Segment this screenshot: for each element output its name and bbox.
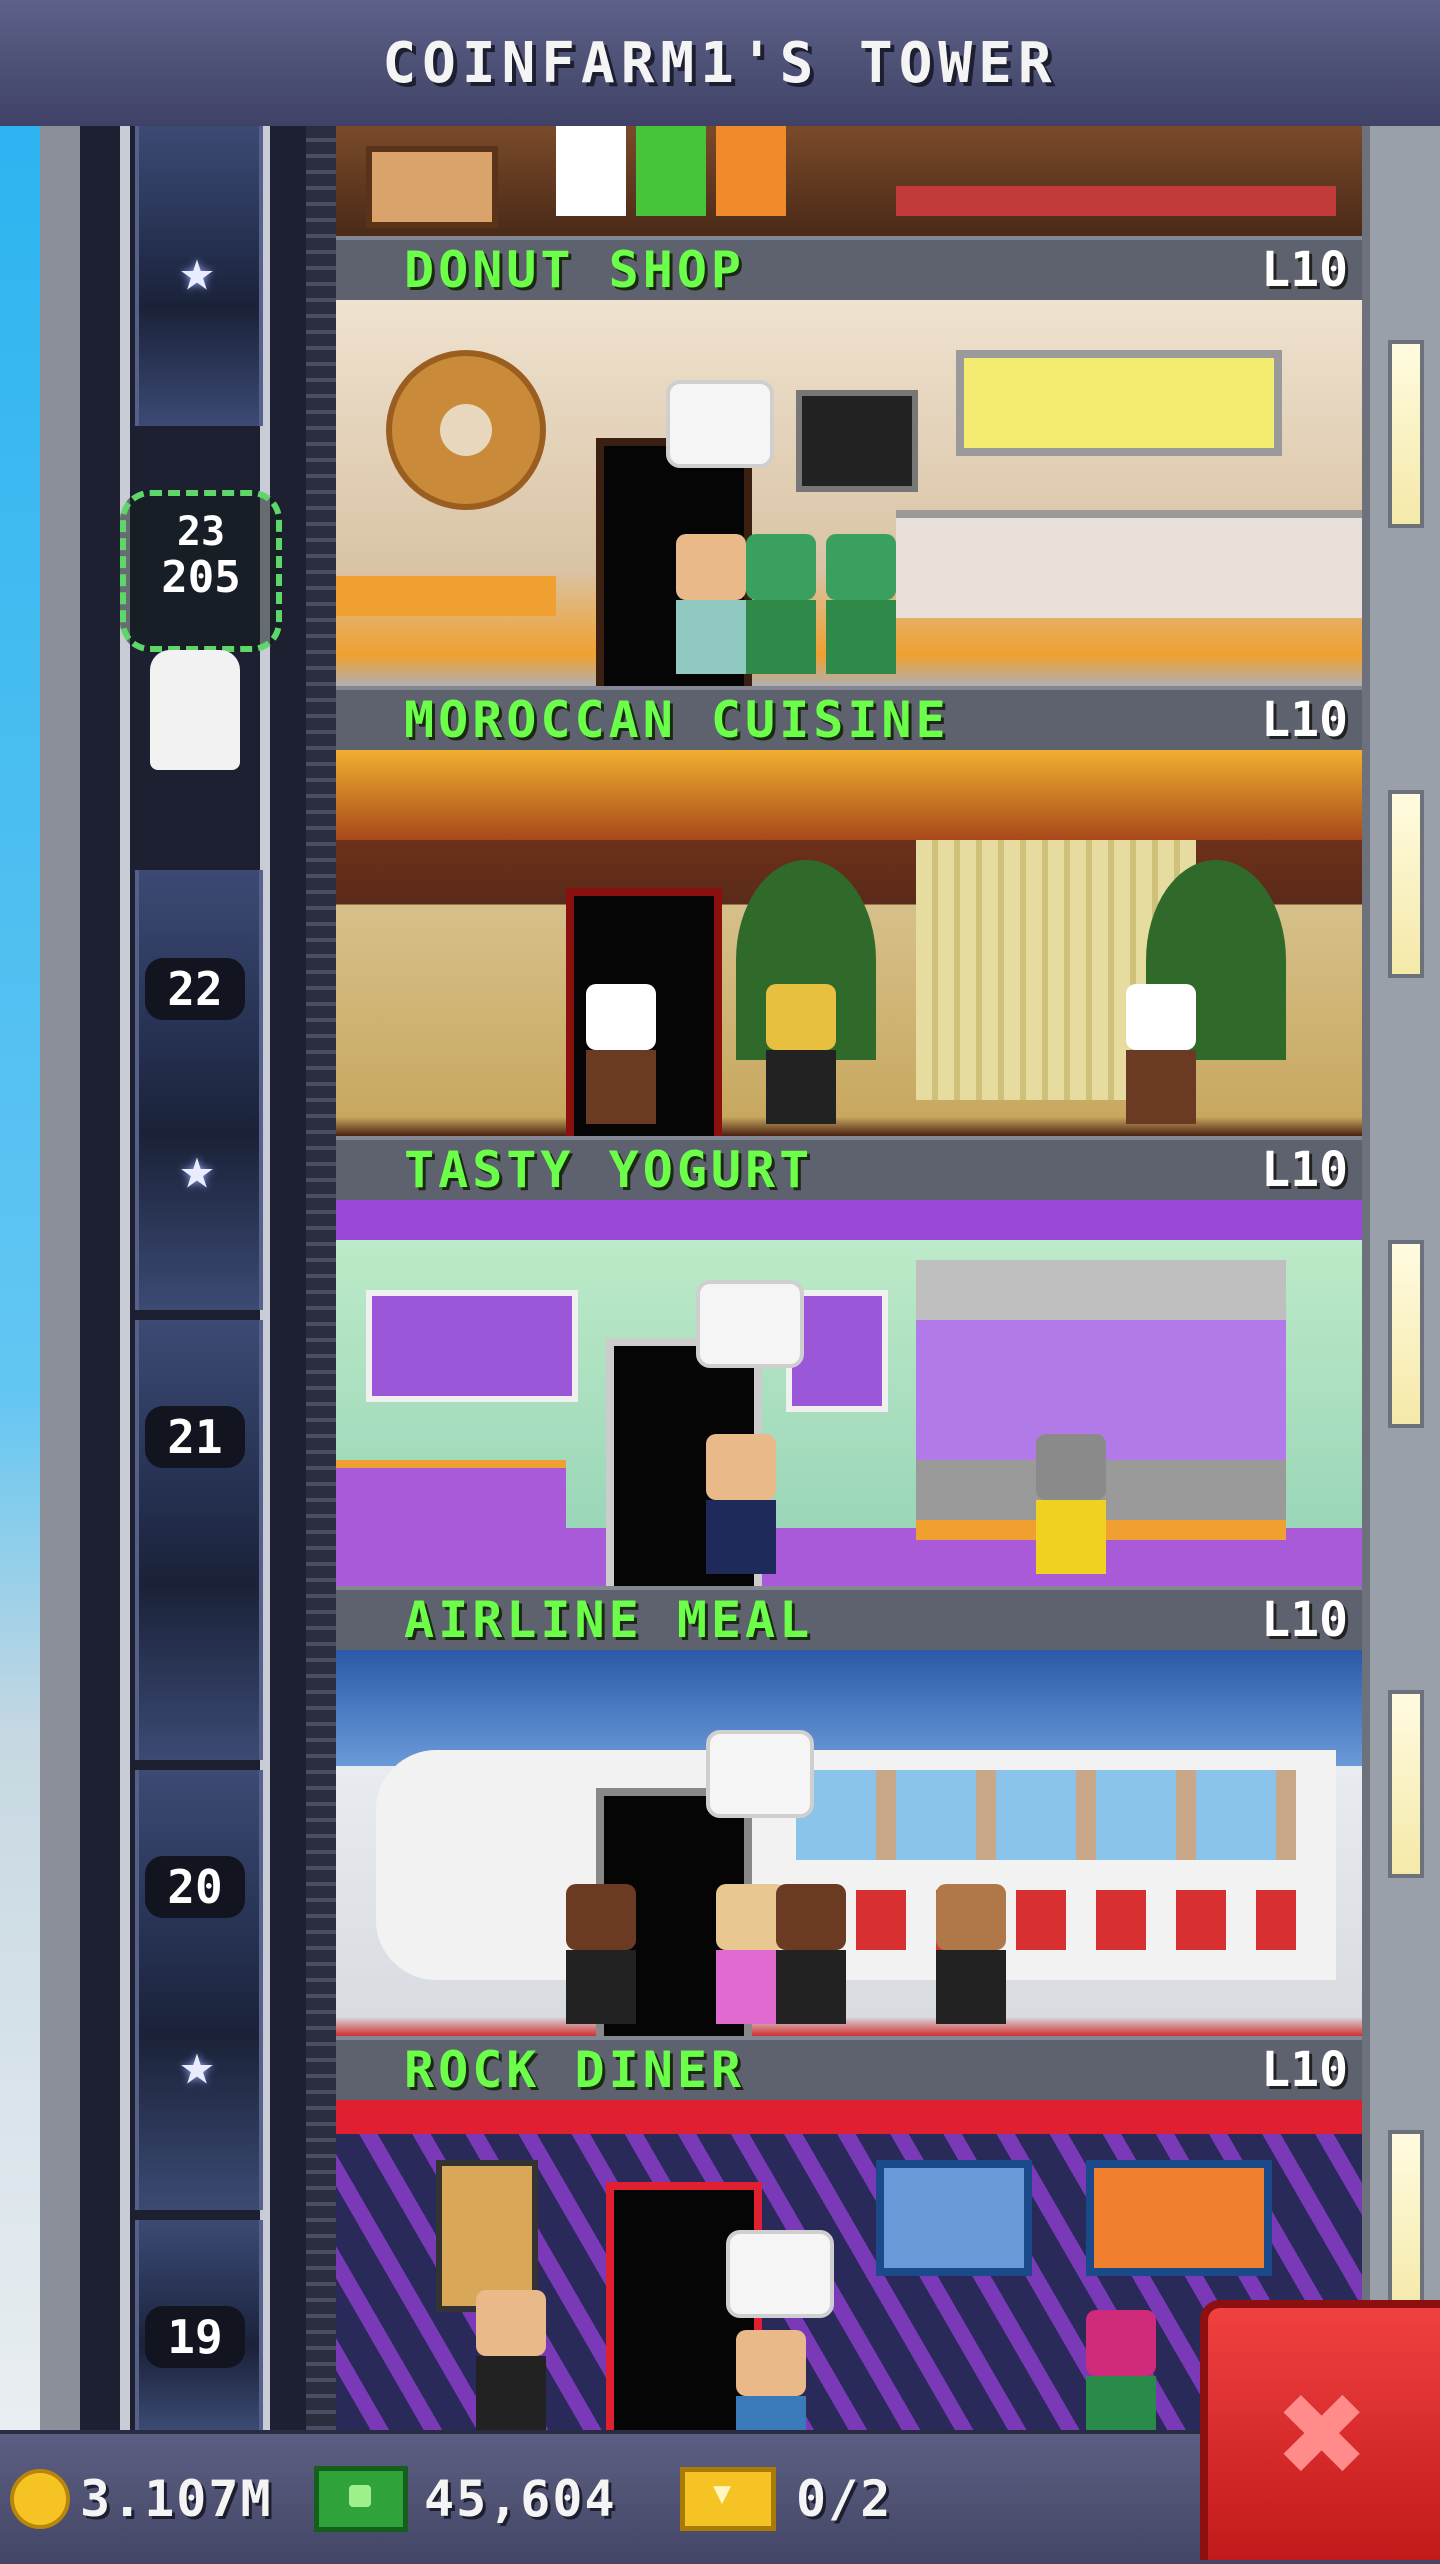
bitizen[interactable] [826,534,896,674]
bitizen[interactable] [1126,984,1196,1124]
bux-stat[interactable]: 45,604 [314,2434,617,2564]
floor-name: MOROCCAN CUISINE [404,691,950,749]
bitizen[interactable] [676,534,746,674]
floor-airline-meal[interactable]: AIRLINE MEAL L10 [336,1586,1362,2036]
sky-background [0,126,44,2430]
donut-sign [386,350,546,510]
floor-tasty-yogurt[interactable]: TASTY YOGURT L10 [336,1136,1362,1586]
bitizen[interactable] [736,2330,806,2430]
star-icon: ★ [179,236,215,304]
elevator-current-floor: 23 [176,509,226,555]
floor-number-19: 19 [145,2306,245,2368]
wall-window [1388,1240,1424,1428]
bitizen[interactable] [706,1434,776,1574]
floor-level: L10 [1261,2042,1348,2098]
star-icon: ★ [179,1134,215,1202]
picture-frame [876,2160,1032,2276]
bitizen[interactable] [746,534,816,674]
coin-icon [10,2469,70,2529]
floor-header: DONUT SHOP L10 [336,236,1362,300]
elevator-segment [135,1770,263,2210]
floor-level: L10 [1261,692,1348,748]
elevator-coin-count: 205 [161,552,241,603]
bitizen[interactable] [936,1884,1006,2024]
bux-icon [314,2466,408,2532]
thought-bubble[interactable] [726,2230,834,2318]
floor-header: TASTY YOGURT L10 [336,1136,1362,1200]
floor-header: ROCK DINER L10 [336,2036,1362,2100]
plane-seats [856,1890,1296,1950]
floor-header: AIRLINE MEAL L10 [336,1586,1362,1650]
floor-donut-shop[interactable]: DONUT SHOP L10 [336,236,1362,686]
wall-window [1388,790,1424,978]
floor-level: L10 [1261,1592,1348,1648]
wall-window [1388,1690,1424,1878]
menu-board [366,1290,578,1402]
floor-level: L10 [1261,1142,1348,1198]
coins-value: 3.107M [80,2470,273,2528]
floor-header: MOROCCAN CUISINE L10 [336,686,1362,750]
counter [336,1460,566,1548]
coins-stat[interactable]: 3.107M [10,2434,273,2564]
floor-name: ROCK DINER [404,2041,746,2099]
floor-room[interactable] [336,1200,1362,1586]
floor-name: DONUT SHOP [404,241,746,299]
bitizen[interactable] [776,1884,846,2024]
ticket-icon [680,2467,776,2531]
close-button[interactable]: ✖ [1200,2300,1440,2560]
ceiling-canopy [336,750,1362,840]
thought-bubble[interactable] [696,1280,804,1368]
elevator-rail-left [120,126,130,2430]
thought-bubble[interactable] [666,380,774,468]
bitizen[interactable] [566,1884,636,2024]
worker-figure [636,126,706,216]
chalkboard [796,390,918,492]
star-icon: ★ [179,2030,215,2098]
tower-title: COINFARM1'S TOWER [382,30,1058,96]
bitizen[interactable] [1086,2310,1156,2430]
floor-room[interactable] [336,750,1362,1136]
neon-trim [336,2100,1362,2134]
floor-name: TASTY YOGURT [404,1141,814,1199]
floor-moroccan-cuisine[interactable]: MOROCCAN CUISINE L10 [336,686,1362,1136]
picture-frame [1086,2160,1272,2276]
shaft-track [306,126,336,2430]
tickets-value: 0/2 [796,2470,893,2528]
elevator-car-indicator[interactable]: 23 205 [120,490,282,652]
bakery-shelf [366,146,498,228]
floor-number-21: 21 [145,1406,245,1468]
floor-name: AIRLINE MEAL [404,1591,814,1649]
floor-number-22: 22 [145,958,245,1020]
elevator-passenger [150,650,240,770]
worker-figure [556,126,626,216]
floor-room[interactable] [336,1650,1362,2036]
bitizen[interactable] [586,984,656,1124]
wall-window [1388,2130,1424,2318]
donut-display-case [896,510,1362,618]
worker-figure [716,126,786,216]
elevator-segment [135,870,263,1310]
floor-room[interactable] [336,300,1362,686]
close-icon: ✖ [1278,2347,1370,2521]
bux-value: 45,604 [424,2470,617,2528]
bitizen[interactable] [766,984,836,1124]
bitizen[interactable] [476,2290,546,2430]
counter [896,186,1336,216]
orange-booth [336,576,556,616]
elevator-segment [135,1320,263,1760]
title-bar: COINFARM1'S TOWER [0,0,1440,130]
bitizen[interactable] [1036,1434,1106,1574]
floor-number-20: 20 [145,1856,245,1918]
menu-board [956,350,1282,456]
thought-bubble[interactable] [706,1730,814,1818]
tickets-stat[interactable]: 0/2 [680,2434,892,2564]
wall-window [1388,340,1424,528]
partial-floor-room[interactable] [336,126,1362,236]
plane-windows [796,1770,1296,1860]
floor-level: L10 [1261,242,1348,298]
